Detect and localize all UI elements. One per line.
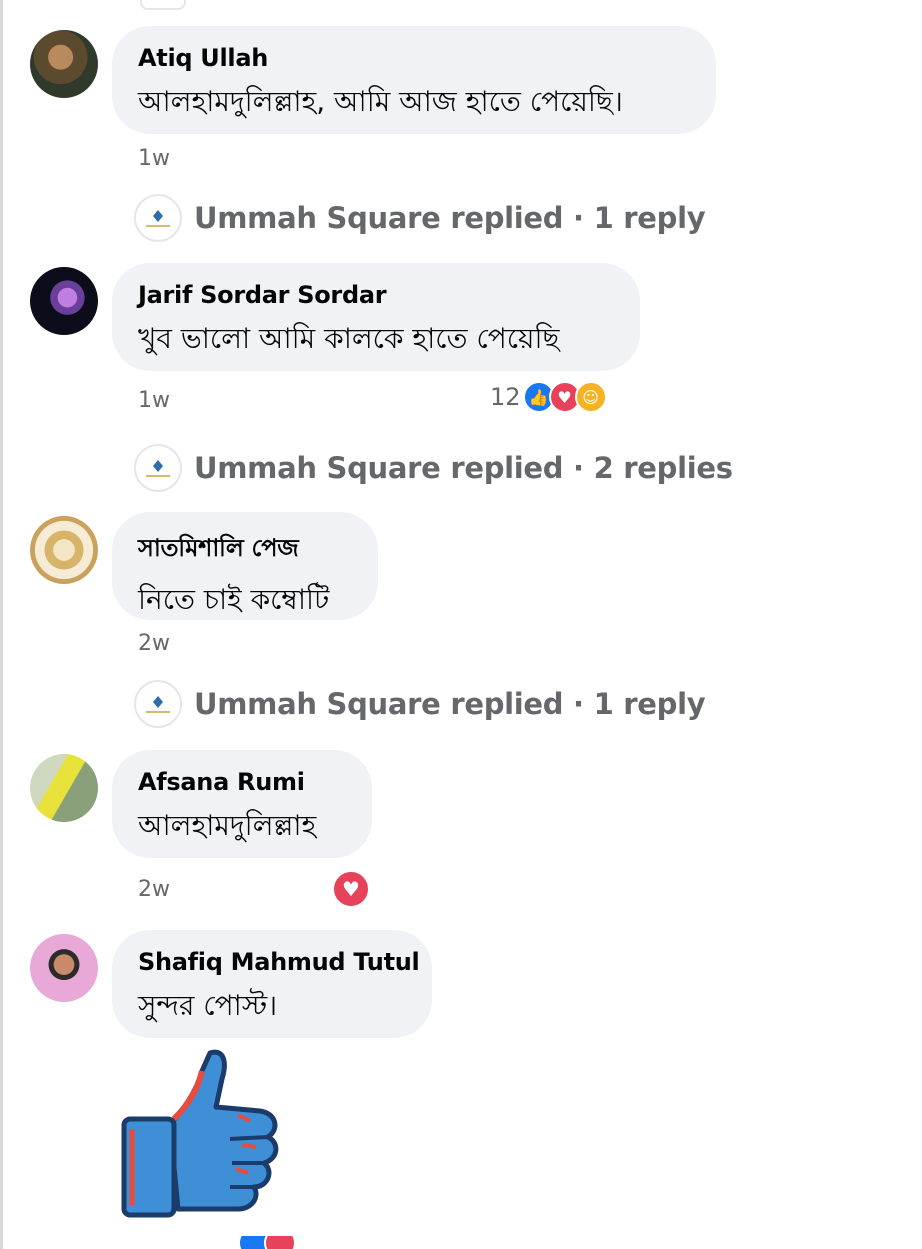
avatar[interactable] xyxy=(30,516,98,584)
comment-bubble[interactable]: Atiq Ullah আলহামদুলিল্লাহ, আমি আজ হাতে প… xyxy=(112,26,716,134)
comment-author[interactable]: Shafiq Mahmud Tutul xyxy=(138,948,420,976)
comment-bubble[interactable]: সাতমিশালি পেজ নিতে চাই কম্বোটি xyxy=(112,512,378,620)
comment-text: আলহামদুলিল্লাহ xyxy=(138,809,317,842)
reaction-summary-partial xyxy=(236,1236,296,1249)
thumbs-up-sticker[interactable] xyxy=(118,1045,288,1220)
comment-text: খুব ভালো আমি কালকে হাতে পেয়েছি xyxy=(138,322,560,355)
page-logo-icon xyxy=(134,194,182,242)
reply-summary[interactable]: Ummah Square replied · 1 reply xyxy=(194,201,706,235)
love-icon xyxy=(264,1236,296,1249)
comment-text: সুন্দর পোস্ট। xyxy=(138,989,278,1022)
comment-bubble[interactable]: Afsana Rumi আলহামদুলিল্লাহ xyxy=(112,750,372,858)
comment-time[interactable]: 2w xyxy=(138,631,170,656)
reply-summary[interactable]: Ummah Square replied · 1 reply xyxy=(194,687,706,721)
comment-author[interactable]: সাতমিশালি পেজ xyxy=(138,530,350,570)
reaction-summary[interactable]: ♥ xyxy=(332,870,370,908)
previous-item-edge xyxy=(140,0,186,10)
reaction-summary[interactable]: 12 👍 ♥ ☺ xyxy=(490,381,607,413)
comment-bubble[interactable]: Shafiq Mahmud Tutul সুন্দর পোস্ট। xyxy=(112,930,432,1038)
love-icon: ♥ xyxy=(332,870,370,908)
comment-text: নিতে চাই কম্বোটি xyxy=(138,583,330,616)
comment-time[interactable]: 2w xyxy=(138,877,170,902)
comment-text: আলহামদুলিল্লাহ, আমি আজ হাতে পেয়েছি। xyxy=(138,85,623,118)
page-logo-icon xyxy=(134,680,182,728)
comment-bubble[interactable]: Jarif Sordar Sordar খুব ভালো আমি কালকে হ… xyxy=(112,263,640,371)
thread-divider xyxy=(0,0,3,1249)
reaction-count: 12 xyxy=(490,383,521,411)
comment-author[interactable]: Jarif Sordar Sordar xyxy=(138,281,612,309)
care-icon: ☺ xyxy=(574,381,607,413)
page-logo-icon xyxy=(134,444,182,492)
view-replies-link[interactable]: Ummah Square replied · 1 reply xyxy=(134,680,706,728)
avatar[interactable] xyxy=(30,754,98,822)
comment-time[interactable]: 1w xyxy=(138,146,170,171)
reply-summary[interactable]: Ummah Square replied · 2 replies xyxy=(194,451,733,485)
comment-author[interactable]: Atiq Ullah xyxy=(138,44,688,72)
avatar[interactable] xyxy=(30,934,98,1002)
comment-author[interactable]: Afsana Rumi xyxy=(138,768,344,796)
avatar[interactable] xyxy=(30,267,98,335)
avatar[interactable] xyxy=(30,30,98,98)
comment-time[interactable]: 1w xyxy=(138,388,170,413)
view-replies-link[interactable]: Ummah Square replied · 1 reply xyxy=(134,194,706,242)
view-replies-link[interactable]: Ummah Square replied · 2 replies xyxy=(134,444,733,492)
